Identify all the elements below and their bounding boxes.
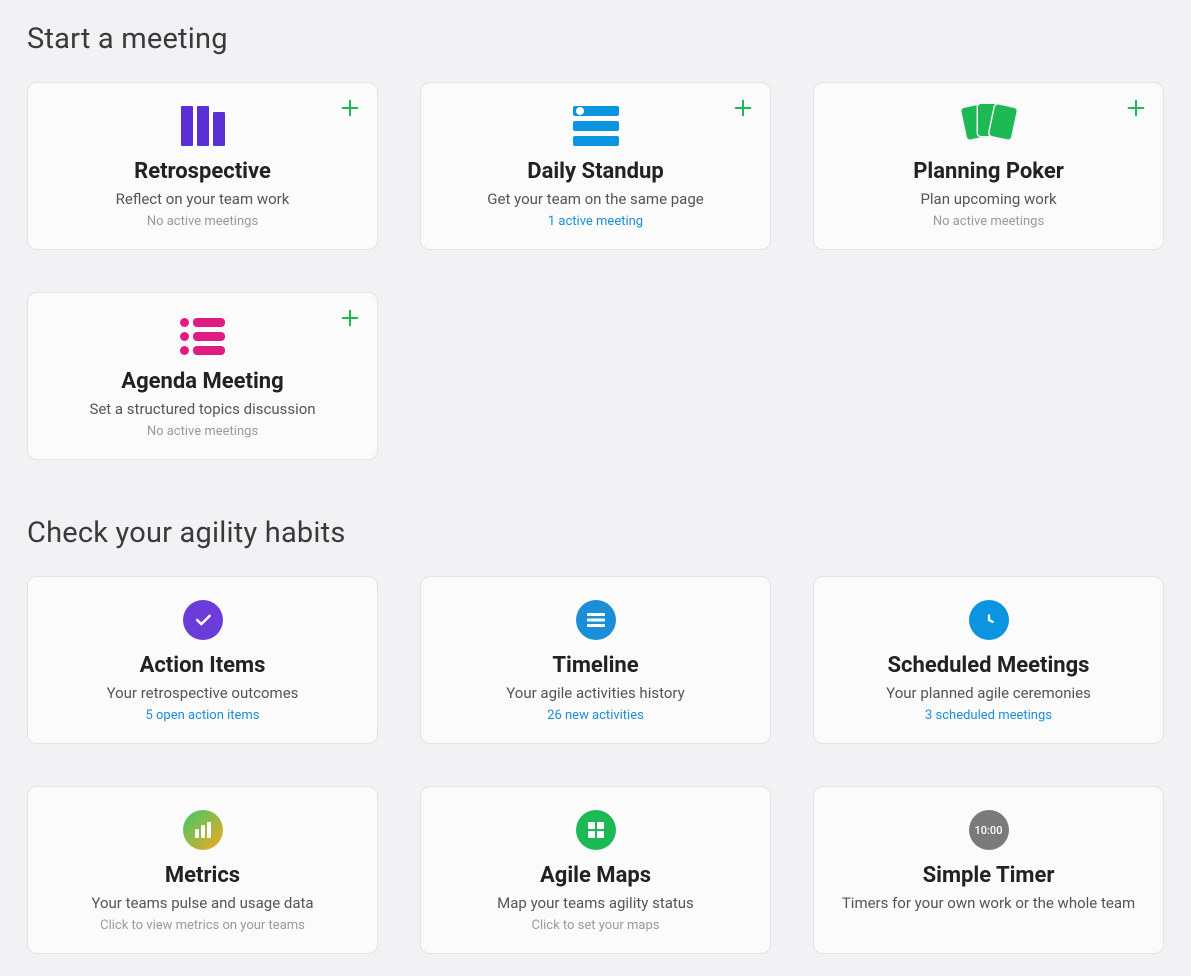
card-title: Retrospective — [134, 159, 271, 184]
action-items-icon — [183, 599, 223, 641]
card-title: Simple Timer — [923, 863, 1055, 888]
card-meta: Click to set your maps — [532, 918, 660, 933]
card-title: Action Items — [140, 653, 266, 678]
standup-icon — [573, 105, 619, 147]
card-meta: Click to view metrics on your teams — [100, 918, 305, 933]
card-title: Metrics — [165, 863, 240, 888]
card-subtitle: Your planned agile ceremonies — [886, 684, 1091, 702]
add-retrospective-button[interactable] — [339, 97, 361, 119]
card-title: Timeline — [552, 653, 638, 678]
card-subtitle: Your teams pulse and usage data — [91, 894, 313, 912]
card-planning-poker[interactable]: Planning Poker Plan upcoming work No act… — [813, 82, 1164, 250]
card-title: Agenda Meeting — [121, 369, 283, 394]
card-subtitle: Plan upcoming work — [920, 190, 1056, 208]
card-meta: No active meetings — [933, 214, 1044, 229]
card-title: Planning Poker — [913, 159, 1064, 184]
agile-maps-icon — [576, 809, 616, 851]
card-meta: No active meetings — [147, 424, 258, 439]
timer-icon: 10:00 — [969, 809, 1009, 851]
habits-grid: Action Items Your retrospective outcomes… — [27, 576, 1164, 954]
add-poker-button[interactable] — [1125, 97, 1147, 119]
card-title: Daily Standup — [527, 159, 663, 184]
card-agile-maps[interactable]: Agile Maps Map your teams agility status… — [420, 786, 771, 954]
metrics-icon — [183, 809, 223, 851]
retrospective-icon — [181, 105, 225, 147]
card-subtitle: Map your teams agility status — [497, 894, 694, 912]
card-subtitle: Get your team on the same page — [487, 190, 703, 208]
card-meta-link[interactable]: 3 scheduled meetings — [925, 708, 1052, 723]
card-meta: No active meetings — [147, 214, 258, 229]
start-meeting-grid: Retrospective Reflect on your team work … — [27, 82, 1164, 460]
card-daily-standup[interactable]: Daily Standup Get your team on the same … — [420, 82, 771, 250]
clock-icon — [969, 599, 1009, 641]
card-subtitle: Your agile activities history — [506, 684, 684, 702]
card-metrics[interactable]: Metrics Your teams pulse and usage data … — [27, 786, 378, 954]
timeline-icon — [576, 599, 616, 641]
add-standup-button[interactable] — [732, 97, 754, 119]
section-title-start: Start a meeting — [27, 22, 1164, 56]
card-meta-link[interactable]: 26 new activities — [547, 708, 644, 723]
card-subtitle: Your retrospective outcomes — [107, 684, 299, 702]
card-timeline[interactable]: Timeline Your agile activities history 2… — [420, 576, 771, 744]
section-title-habits: Check your agility habits — [27, 516, 1164, 550]
card-subtitle: Reflect on your team work — [116, 190, 290, 208]
card-subtitle: Timers for your own work or the whole te… — [842, 894, 1135, 912]
card-title: Agile Maps — [540, 863, 651, 888]
card-meta-link[interactable]: 5 open action items — [145, 708, 259, 723]
card-meta-link[interactable]: 1 active meeting — [548, 214, 643, 229]
timer-label: 10:00 — [969, 810, 1009, 850]
card-retrospective[interactable]: Retrospective Reflect on your team work … — [27, 82, 378, 250]
card-title: Scheduled Meetings — [888, 653, 1090, 678]
card-action-items[interactable]: Action Items Your retrospective outcomes… — [27, 576, 378, 744]
card-subtitle: Set a structured topics discussion — [89, 400, 315, 418]
card-agenda-meeting[interactable]: Agenda Meeting Set a structured topics d… — [27, 292, 378, 460]
card-simple-timer[interactable]: 10:00 Simple Timer Timers for your own w… — [813, 786, 1164, 954]
card-scheduled-meetings[interactable]: Scheduled Meetings Your planned agile ce… — [813, 576, 1164, 744]
add-agenda-button[interactable] — [339, 307, 361, 329]
planning-poker-icon — [964, 105, 1014, 147]
agenda-icon — [180, 315, 225, 357]
